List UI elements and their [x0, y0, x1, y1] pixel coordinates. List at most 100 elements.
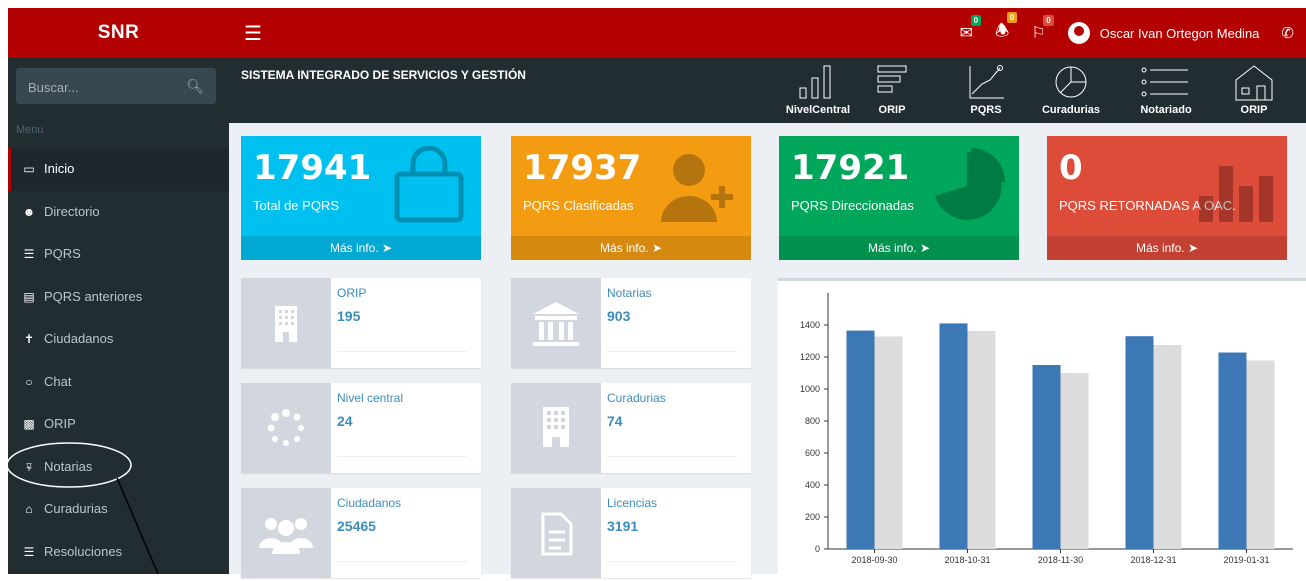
pie-chart-icon — [1055, 66, 1087, 98]
progress-divider — [337, 456, 467, 457]
x-tick-label: 2018-10-31 — [944, 555, 990, 565]
sidebar-item-pqrs-anteriores[interactable]: ▤ PQRS anteriores — [8, 276, 229, 319]
users-icon — [259, 518, 313, 554]
sidebar-item-chat[interactable]: ○ Chat — [8, 361, 229, 404]
messages-icon[interactable]: ✉ 0 — [960, 15, 982, 43]
info-title: Nivel central — [337, 391, 404, 405]
bar — [1246, 360, 1275, 549]
sidebar-item-label: PQRS — [44, 246, 81, 261]
user-name[interactable]: Oscar Ivan Ortegon Medina — [1100, 26, 1260, 41]
sidebar-item-inicio[interactable]: ▭ Inicio — [8, 148, 229, 191]
messages-badge: 0 — [970, 15, 982, 26]
spinner-icon — [267, 409, 304, 446]
info-value: 24 — [337, 413, 353, 429]
info-icon-box — [241, 488, 331, 578]
top-navbar: SNR ☰ ✉ 0 🕭 0 ⚐ 0 Oscar Ivan Ortegon Medina… — [8, 8, 1306, 58]
sidebar-item-label: Resoluciones — [44, 543, 123, 559]
sidebar-item-orip[interactable]: ▩ ORIP — [8, 403, 229, 446]
info-box-ciudadanos[interactable]: Ciudadanos 25465 — [241, 488, 481, 578]
info-title: ORIP — [337, 286, 367, 300]
info-value: 74 — [607, 413, 623, 429]
more-info-link[interactable]: Más info. ➤ — [511, 236, 751, 260]
stat-value: 0 — [1059, 148, 1083, 188]
phone-icon[interactable]: ✆ — [1281, 24, 1294, 42]
sidebar-item-resoluciones[interactable]: ☰ Resoluciones — [8, 531, 229, 574]
progress-divider — [607, 351, 737, 352]
sub-header: SISTEMA INTEGRADO DE SERVICIOS Y GESTIÓN… — [229, 58, 1306, 123]
sidebar-item-label: Curadurias — [44, 501, 108, 516]
shortcut-label: ORIP — [878, 104, 906, 116]
stat-value: 17941 — [253, 148, 372, 188]
stat-box-total-pqrs: 17941 Total de PQRS Más info. ➤ — [241, 136, 481, 260]
user-avatar-icon[interactable] — [1067, 22, 1090, 44]
list-icon: ☰ — [23, 544, 35, 559]
sidebar-item-label: Directorio — [44, 203, 100, 219]
shortcut-orip-2[interactable]: ORIP — [1219, 62, 1289, 116]
flags-badge: 0 — [1043, 15, 1054, 26]
shortcut-curadurias[interactable]: Curadurias — [1036, 62, 1106, 116]
y-tick-label: 400 — [805, 480, 820, 490]
bar — [967, 331, 996, 549]
notifications-badge: 0 — [1006, 11, 1018, 23]
info-box-licencias[interactable]: Licencias 3191 — [511, 488, 751, 578]
x-tick-label: 2018-09-30 — [851, 555, 897, 565]
y-tick-label: 800 — [805, 416, 820, 426]
pie-chart-icon — [935, 148, 1005, 220]
list-lines-icon — [1141, 67, 1188, 97]
stat-value: 17937 — [523, 148, 642, 188]
progress-divider — [607, 561, 737, 562]
bar — [1125, 336, 1154, 549]
sidebar-item-ciudadanos[interactable]: ✝ Ciudadanos — [8, 318, 229, 361]
sidebar-item-notarias[interactable]: ⍫ Notarias — [8, 446, 229, 489]
brand-logo[interactable]: SNR — [8, 8, 229, 58]
flag-icon[interactable]: ⚐ 0 — [1031, 15, 1054, 43]
stat-label: PQRS Clasificadas — [523, 198, 634, 213]
search-input[interactable] — [16, 68, 190, 106]
search-icon[interactable]: 🔍︎ — [186, 78, 204, 95]
users-icon: ☻ — [22, 204, 36, 219]
info-icon-box — [241, 278, 331, 368]
more-info-link[interactable]: Más info. ➤ — [241, 236, 481, 260]
sidebar-item-pqrs[interactable]: ☰ PQRS — [8, 233, 229, 276]
info-box-curadurias[interactable]: Curadurias 74 — [511, 383, 751, 473]
card-icon: ▤ — [23, 289, 35, 304]
search-box: 🔍︎ — [16, 68, 216, 106]
x-tick-label: 2018-12-31 — [1130, 555, 1176, 565]
sidebar-toggle-icon[interactable]: ☰ — [244, 21, 262, 46]
stat-box-pqrs-clasificadas: 17937 PQRS Clasificadas Más info. ➤ — [511, 136, 751, 260]
info-value: 25465 — [337, 518, 376, 534]
bar — [874, 336, 903, 549]
shortcut-notariado[interactable]: Notariado — [1131, 62, 1201, 116]
person-icon: ✝ — [23, 332, 35, 346]
more-info-link[interactable]: Más info. ➤ — [1047, 236, 1287, 260]
sidebar-item-directorio[interactable]: ☻ Directorio — [8, 191, 229, 234]
shortcut-pqrs[interactable]: PQRS — [951, 62, 1021, 116]
bar — [939, 323, 968, 549]
shortcut-nivelcentral[interactable]: NivelCentral — [783, 62, 853, 116]
info-title: Ciudadanos — [337, 496, 402, 510]
y-tick-label: 1400 — [800, 320, 820, 330]
shortcut-orip[interactable]: ORIP — [857, 62, 927, 116]
sidebar-item-curadurias[interactable]: ⌂ Curadurias — [8, 488, 229, 531]
info-box-nivel-central[interactable]: Nivel central 24 — [241, 383, 481, 473]
y-tick-label: 1000 — [800, 384, 820, 394]
sidebar-item-label: Notarias — [44, 458, 93, 474]
shortcut-label: PQRS — [970, 104, 1002, 116]
stat-box-pqrs-direccionadas: 17921 PQRS Direccionadas Más info. ➤ — [779, 136, 1019, 260]
info-value: 195 — [337, 308, 361, 324]
bar-chart: 0 200 400 600 800 1000 1200 1400 2018-09-30 2018-… — [800, 293, 1293, 565]
bell-icon[interactable]: 🕭 0 — [995, 11, 1018, 47]
shortcut-label: Curadurias — [1041, 104, 1101, 116]
info-box-orip[interactable]: ORIP 195 — [241, 278, 481, 368]
bar — [1032, 365, 1061, 549]
shortcut-label: ORIP — [1240, 104, 1268, 116]
page-title: SISTEMA INTEGRADO DE SERVICIOS Y GESTIÓN — [241, 68, 526, 82]
more-info-link[interactable]: Más info. ➤ — [779, 236, 1019, 260]
info-box-notarias[interactable]: Notarias 903 — [511, 278, 751, 368]
line-chart-icon — [969, 65, 1004, 99]
building-icon: ▩ — [23, 417, 35, 431]
stacked-bars-icon — [877, 65, 907, 93]
sidebar-item-label: Inicio — [44, 161, 75, 176]
shopping-bag-icon — [394, 146, 464, 223]
y-tick-label: 1200 — [800, 352, 820, 362]
